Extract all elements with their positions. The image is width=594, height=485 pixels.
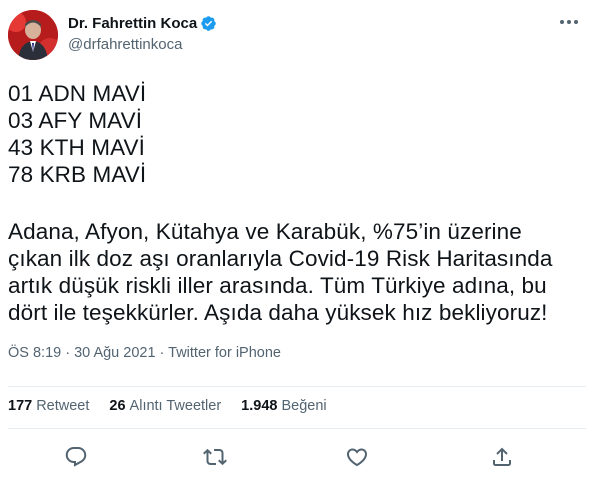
like-count: 1.948: [241, 398, 278, 414]
handle[interactable]: @drfahrettinkoca: [68, 36, 217, 56]
retweet-count: 177: [8, 398, 33, 414]
tweet-paragraph: Adana, Afyon, Kütahya ve Karabük, %75’in…: [8, 218, 586, 326]
tweet-paragraph-line: Adana, Afyon, Kütahya ve Karabük, %75’in…: [8, 219, 522, 244]
like-icon[interactable]: [345, 445, 369, 469]
more-options-icon[interactable]: [554, 10, 584, 34]
tweet-timestamp[interactable]: ÖS 8:19 · 30 Ağu 2021 · Twitter for iPho…: [8, 345, 281, 361]
display-name[interactable]: Dr. Fahrettin Koca: [68, 15, 197, 32]
tweet-actions: [0, 440, 594, 474]
like-label: Beğeni: [281, 398, 327, 414]
divider: [8, 386, 586, 387]
divider: [8, 428, 586, 429]
like-stat[interactable]: 1.948 Beğeni: [241, 398, 326, 414]
tweet: Dr. Fahrettin Koca @drfahrettinkoca 01 A…: [0, 0, 594, 485]
share-icon[interactable]: [490, 445, 514, 469]
tweet-lines: 01 ADN MAVİ 03 AFY MAVİ 43 KTH MAVİ 78 K…: [8, 80, 586, 188]
tweet-paragraph-line: dört ile teşekkürler. Aşıda daha yüksek …: [8, 300, 548, 325]
reply-icon[interactable]: [64, 445, 88, 469]
retweet-stat[interactable]: 177 Retweet: [8, 398, 89, 414]
retweet-icon[interactable]: [203, 445, 227, 469]
tweet-line: 01 ADN MAVİ: [8, 81, 147, 106]
tweet-paragraph-line: artık düşük riskli iller arasında. Tüm T…: [8, 273, 547, 298]
name-row: Dr. Fahrettin Koca: [68, 13, 217, 33]
author-names: Dr. Fahrettin Koca @drfahrettinkoca: [68, 13, 217, 56]
tweet-header: Dr. Fahrettin Koca @drfahrettinkoca: [8, 10, 588, 60]
quote-label: Alıntı Tweetler: [129, 398, 222, 414]
avatar-image: [8, 10, 58, 60]
verified-badge-icon: [201, 15, 216, 31]
tweet-paragraph-line: çıkan ilk doz aşı oranlarıyla Covid-19 R…: [8, 246, 553, 271]
avatar[interactable]: [8, 10, 58, 60]
tweet-stats: 177 Retweet 26 Alıntı Tweetler 1.948 Beğeni: [8, 398, 347, 414]
quote-count: 26: [109, 398, 126, 414]
tweet-line: 03 AFY MAVİ: [8, 108, 143, 133]
quote-stat[interactable]: 26 Alıntı Tweetler: [109, 398, 221, 414]
tweet-line: 78 KRB MAVİ: [8, 162, 147, 187]
tweet-line: 43 KTH MAVİ: [8, 135, 145, 160]
retweet-label: Retweet: [36, 398, 90, 414]
